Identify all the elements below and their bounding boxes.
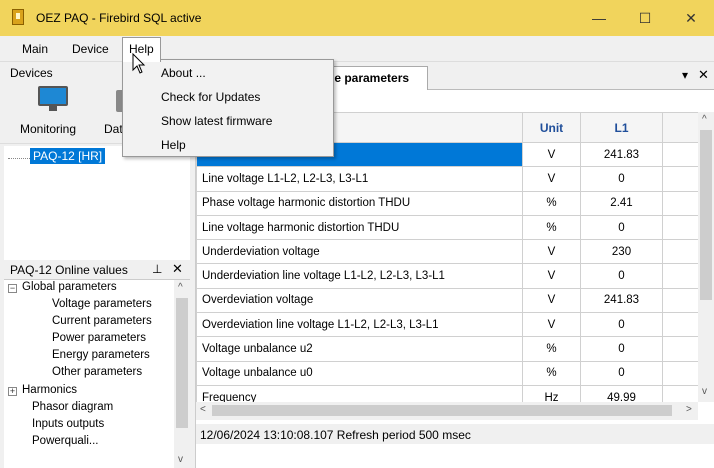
- tree-node-other[interactable]: Other parameters: [52, 366, 142, 378]
- cell-desc: Line voltage harmonic distortion THDU: [196, 214, 523, 241]
- maximize-button[interactable]: ☐: [622, 0, 668, 36]
- cell-desc: Voltage unbalance u2: [196, 336, 523, 362]
- mouse-cursor-icon: [132, 53, 146, 74]
- cell-l1: 0: [580, 166, 663, 192]
- app-icon: [12, 9, 24, 25]
- online-values-title: PAQ-12 Online values: [10, 263, 128, 277]
- status-text: 12/06/2024 13:10:08.107 Refresh period 5…: [200, 428, 471, 442]
- tab-label: ge parameters: [327, 71, 410, 85]
- cell-unit: V: [522, 312, 581, 338]
- cell-unit: V: [522, 239, 581, 265]
- cell-unit: %: [522, 336, 581, 362]
- col-extra: [662, 112, 698, 143]
- cell-unit: V: [522, 287, 581, 314]
- cell-desc: Overdeviation line voltage L1-L2, L2-L3,…: [196, 312, 523, 338]
- table-row[interactable]: Voltage unbalance u0% 0: [196, 360, 698, 386]
- col-unit[interactable]: Unit: [522, 112, 581, 143]
- cell-unit: %: [522, 360, 581, 386]
- cell-unit: V: [522, 166, 581, 192]
- menu-item-about[interactable]: About ...: [161, 66, 206, 80]
- menu-bar: Main Device Help: [0, 36, 714, 62]
- cell-l1: 0: [580, 214, 663, 241]
- cell-l1: 0: [580, 263, 663, 289]
- grid-vertical-scrollbar[interactable]: ^ v: [698, 112, 714, 402]
- cell-desc: Line voltage L1-L2, L2-L3, L3-L1: [196, 166, 523, 192]
- devices-label: Devices: [10, 66, 53, 80]
- tree-node-phasor[interactable]: Phasor diagram: [32, 401, 113, 413]
- pin-icon[interactable]: ⊥: [152, 262, 162, 276]
- tree-node-voltage[interactable]: Voltage parameters: [52, 298, 152, 310]
- expand-icon[interactable]: +: [8, 387, 17, 396]
- cell-desc: Underdeviation voltage: [196, 239, 523, 265]
- cell-desc: Frequency: [196, 384, 523, 402]
- table-row[interactable]: Overdeviation voltage V 241.83: [196, 287, 698, 314]
- close-icon[interactable]: ✕: [172, 261, 183, 277]
- device-item-paq12[interactable]: PAQ-12 [HR]: [30, 148, 106, 164]
- tree-node-energy[interactable]: Energy parameters: [52, 349, 150, 361]
- tree-node-harmonics[interactable]: Harmonics: [22, 384, 77, 396]
- table-row[interactable]: Phase voltage harmonic distortion THDU% 2…: [196, 190, 698, 216]
- tree-scrollbar[interactable]: ^ v: [174, 280, 190, 468]
- table-row[interactable]: Overdeviation line voltage L1-L2, L2-L3,…: [196, 312, 698, 338]
- menu-item-latest-firmware[interactable]: Show latest firmware: [161, 114, 272, 128]
- monitor-icon[interactable]: [38, 86, 68, 112]
- cell-l1: 0: [580, 360, 663, 386]
- title-bar: OEZ PAQ - Firebird SQL active — ☐ ✕: [0, 0, 714, 36]
- table-row[interactable]: Line voltage harmonic distortion THDU% 0: [196, 214, 698, 241]
- tree-node-powerquality[interactable]: Powerquali...: [32, 435, 98, 447]
- cell-unit: %: [522, 214, 581, 241]
- close-button[interactable]: ✕: [668, 0, 714, 36]
- menu-device[interactable]: Device: [72, 40, 109, 58]
- data-button[interactable]: Dat: [104, 122, 123, 136]
- tree-node-io[interactable]: Inputs outputs: [32, 418, 104, 430]
- menu-item-check-updates[interactable]: Check for Updates: [161, 90, 260, 104]
- online-values-header: PAQ-12 Online values ⊥ ✕: [4, 260, 190, 280]
- status-bar: 12/06/2024 13:10:08.107 Refresh period 5…: [196, 424, 714, 444]
- cell-l1: 230: [580, 239, 663, 265]
- cell-l1: 241.83: [580, 287, 663, 314]
- tab-close-icon[interactable]: ✕: [698, 67, 709, 83]
- cell-l1: 0: [580, 312, 663, 338]
- table-row[interactable]: Frequency Hz 49.99: [196, 384, 698, 402]
- cell-unit: V: [522, 141, 581, 168]
- monitoring-button[interactable]: Monitoring: [20, 122, 76, 136]
- menu-main[interactable]: Main: [22, 40, 48, 58]
- cell-unit: V: [522, 263, 581, 289]
- cell-unit: %: [522, 190, 581, 216]
- table-row[interactable]: Voltage unbalance u2% 0: [196, 336, 698, 362]
- table-row[interactable]: Underdeviation line voltage L1-L2, L2-L3…: [196, 263, 698, 289]
- cell-l1: 49.99: [580, 384, 663, 402]
- menu-item-help[interactable]: Help: [161, 138, 186, 152]
- table-row[interactable]: Underdeviation voltage V 230: [196, 239, 698, 265]
- tree-node-global[interactable]: Global parameters: [22, 281, 117, 293]
- cell-unit: Hz: [522, 384, 581, 402]
- cell-desc: Phase voltage harmonic distortion THDU: [196, 190, 523, 216]
- tab-menu-icon[interactable]: ▾: [682, 68, 688, 82]
- grid-horizontal-scrollbar[interactable]: < >: [196, 402, 698, 420]
- cell-l1: 2.41: [580, 190, 663, 216]
- online-values-tree: − Global parameters Voltage parameters C…: [4, 280, 190, 468]
- cell-desc: Voltage unbalance u0: [196, 360, 523, 386]
- cell-l1: 241.83: [580, 141, 663, 168]
- col-l1[interactable]: L1: [580, 112, 663, 143]
- window-title: OEZ PAQ - Firebird SQL active: [36, 11, 202, 25]
- cell-desc: Overdeviation voltage: [196, 287, 523, 314]
- minimize-button[interactable]: —: [576, 0, 622, 36]
- table-row[interactable]: Line voltage L1-L2, L2-L3, L3-L1 V 0: [196, 166, 698, 192]
- tree-node-power[interactable]: Power parameters: [52, 332, 146, 344]
- collapse-icon[interactable]: −: [8, 284, 17, 293]
- cell-desc: Underdeviation line voltage L1-L2, L2-L3…: [196, 263, 523, 289]
- tree-node-current[interactable]: Current parameters: [52, 315, 152, 327]
- cell-l1: 0: [580, 336, 663, 362]
- help-dropdown: About ... Check for Updates Show latest …: [122, 59, 334, 157]
